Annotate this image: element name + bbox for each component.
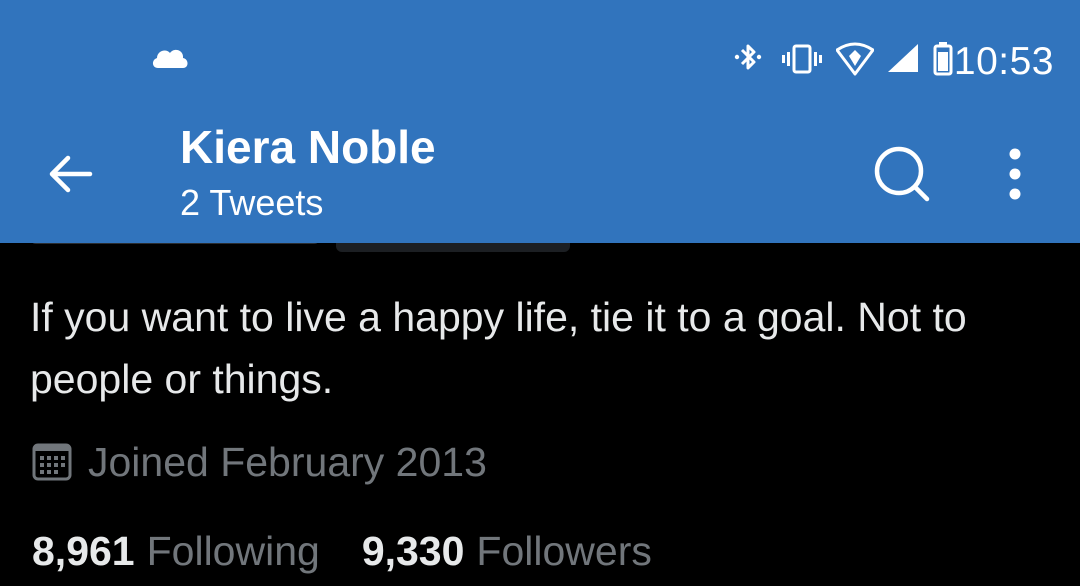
- profile-bio: If you want to live a happy life, tie it…: [30, 294, 967, 402]
- following-link[interactable]: 8,961 Following: [32, 528, 320, 575]
- followers-link[interactable]: 9,330 Followers: [362, 528, 652, 575]
- followers-label: Followers: [476, 527, 652, 574]
- following-label: Following: [146, 527, 320, 574]
- more-options-icon[interactable]: [992, 144, 1038, 204]
- status-clock: 10:53: [953, 40, 1054, 83]
- top-app-bar: 10:53 Kiera Noble 2 Tweets: [0, 0, 1080, 243]
- follow-stats: 8,961 Following 9,330 Followers: [32, 522, 694, 580]
- following-count: 8,961: [32, 527, 135, 574]
- calendar-icon: [32, 443, 72, 481]
- join-date-text: Joined February 2013: [88, 438, 487, 485]
- join-date: Joined February 2013: [32, 434, 487, 490]
- wifi-icon: [836, 42, 874, 76]
- cloud-icon: [152, 49, 188, 68]
- battery-icon: [933, 42, 953, 76]
- search-icon[interactable]: [870, 142, 932, 204]
- tweet-count-subtitle: 2 Tweets: [180, 182, 324, 223]
- vibrate-icon: [782, 44, 822, 74]
- back-arrow-icon[interactable]: [44, 148, 96, 200]
- bluetooth-icon: [734, 44, 762, 70]
- status-bar: 10:53: [0, 0, 1080, 110]
- followers-count: 9,330: [361, 527, 465, 574]
- profile-name-title: Kiera Noble: [180, 121, 436, 173]
- signal-icon: [888, 44, 918, 72]
